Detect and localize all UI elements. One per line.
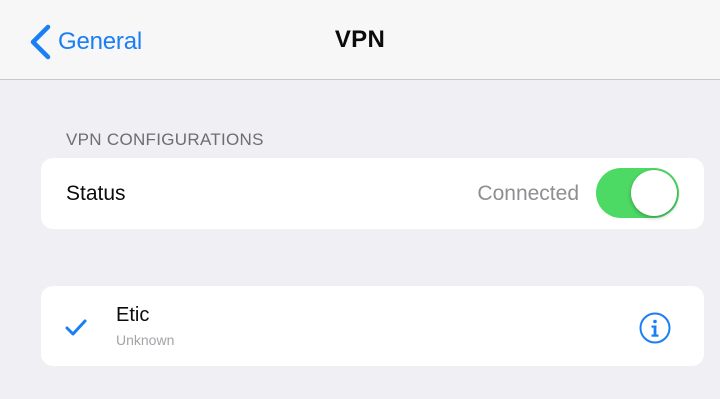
toggle-knob xyxy=(631,170,677,216)
info-icon[interactable] xyxy=(639,312,671,344)
navigation-bar: General VPN xyxy=(0,0,720,80)
vpn-status-toggle[interactable] xyxy=(596,168,679,218)
status-label: Status xyxy=(66,182,126,205)
checkmark-icon xyxy=(65,319,87,336)
vpn-configuration-subtitle: Unknown xyxy=(116,332,175,348)
vpn-configuration-row[interactable]: Etic Unknown xyxy=(41,286,704,366)
status-value: Connected xyxy=(477,182,579,205)
status-row: Status Connected xyxy=(41,158,704,229)
section-header-vpn-configurations: VPN CONFIGURATIONS xyxy=(66,130,264,149)
vpn-configuration-name: Etic xyxy=(116,304,150,326)
page-title: VPN xyxy=(334,26,386,53)
